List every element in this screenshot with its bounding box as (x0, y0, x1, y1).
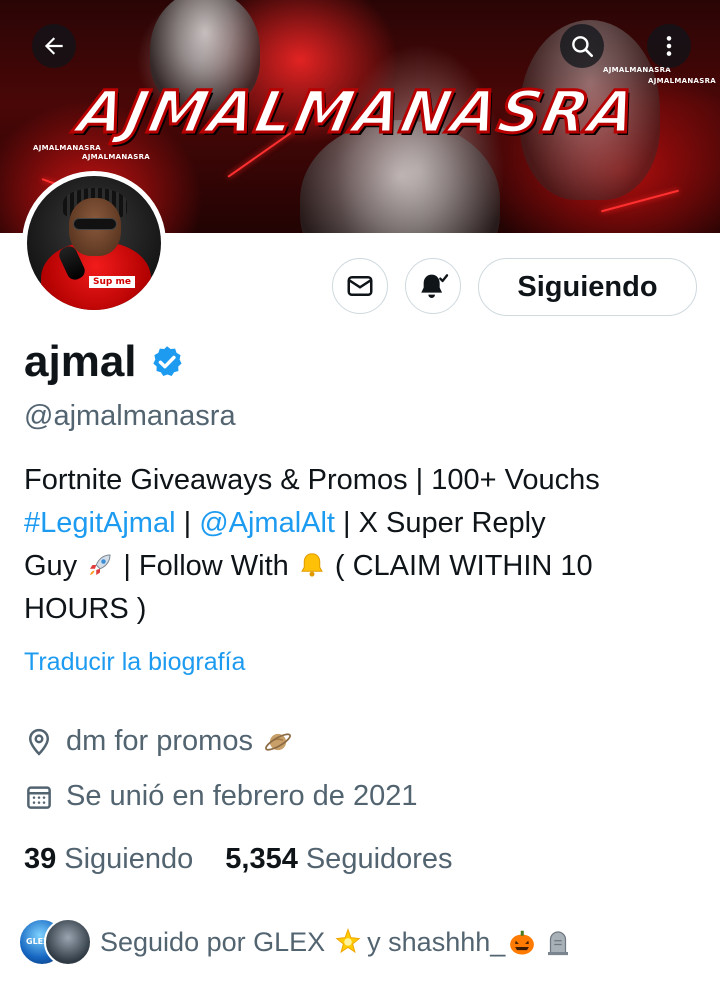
followed-by-row[interactable]: GLEX Seguido por GLEX y shashhh_ (18, 918, 573, 966)
avatar-shirt-logo: Sup me (89, 276, 135, 288)
bio-line-3: Guy | Follow With ( CLAIM WITHIN 10 (24, 545, 704, 588)
hashtag-link[interactable]: #LegitAjmal (24, 507, 176, 539)
notifications-button[interactable] (405, 258, 461, 314)
followers-count-link[interactable]: 5,354 Seguidores (225, 843, 452, 876)
mail-icon (347, 276, 373, 296)
bio-line-4: HOURS ) (24, 593, 147, 625)
bio-text: | Follow With (123, 550, 297, 582)
headstone-emoji (548, 931, 569, 956)
back-button[interactable] (32, 24, 76, 68)
followed-by-text: y shashhh_ (367, 926, 506, 957)
followers-label: Seguidores (305, 843, 453, 875)
verified-badge-icon[interactable] (149, 344, 185, 380)
bio-text: | X Super Reply (334, 507, 546, 539)
banner-tag: AJMALMANASRA (82, 153, 150, 161)
profile-handle: @ajmalmanasra (24, 400, 236, 432)
mutual-followers-avatars: GLEX (18, 918, 92, 966)
banner-tag: AJMALMANASRA (648, 77, 716, 85)
glowing-star-emoji (335, 928, 361, 954)
arrow-left-icon (44, 37, 63, 55)
bio-line-2: #LegitAjmal | @AjmalAlt | X Super Reply (24, 502, 704, 545)
following-button[interactable]: Siguiendo (478, 258, 697, 316)
search-icon (572, 36, 594, 58)
bio-text: ( CLAIM WITHIN 10 (334, 550, 593, 582)
mention-link[interactable]: @AjmalAlt (199, 507, 335, 539)
ringed-planet-emoji (265, 732, 291, 751)
joined-row: Se unió en febrero de 2021 (24, 780, 418, 813)
translate-bio-link[interactable]: Traducir la biografía (24, 648, 245, 677)
profile-bio: Fortnite Giveaways & Promos | 100+ Vouch… (24, 459, 704, 631)
calendar-icon (27, 785, 51, 809)
following-count: 39 (24, 843, 57, 875)
location-text: dm for promos (66, 725, 253, 757)
followers-count: 5,354 (225, 843, 298, 875)
bio-separator: | (175, 507, 200, 539)
jack-o-lantern-emoji (510, 930, 535, 955)
more-options-button[interactable] (647, 24, 691, 68)
joined-text: Se unió en febrero de 2021 (66, 780, 418, 812)
profile-avatar[interactable]: Sup me (22, 171, 166, 315)
bio-line-1: Fortnite Giveaways & Promos | 100+ Vouch… (24, 464, 600, 496)
name-row: ajmal (24, 337, 185, 387)
bell-emoji (300, 553, 323, 577)
avatar (44, 918, 92, 966)
display-name: ajmal (24, 337, 137, 386)
avatar-glasses (73, 218, 117, 230)
message-button[interactable] (332, 258, 388, 314)
follow-counts: 39 Siguiendo 5,354 Seguidores (24, 843, 453, 876)
following-label: Siguiendo (64, 843, 194, 875)
more-vertical-icon (666, 36, 672, 56)
followed-by-text: Seguido por GLEX (100, 926, 326, 957)
search-button[interactable] (560, 24, 604, 68)
banner-title: AJMALMANASRA (71, 77, 646, 148)
location-row: dm for promos (24, 725, 293, 758)
location-pin-icon (28, 728, 50, 756)
banner-tag: AJMALMANASRA (33, 144, 101, 152)
bio-text: Guy (24, 550, 78, 582)
bell-check-icon (421, 274, 449, 298)
rocket-emoji (90, 554, 111, 575)
banner-tag: AJMALMANASRA (603, 66, 671, 74)
following-count-link[interactable]: 39 Siguiendo (24, 843, 193, 876)
